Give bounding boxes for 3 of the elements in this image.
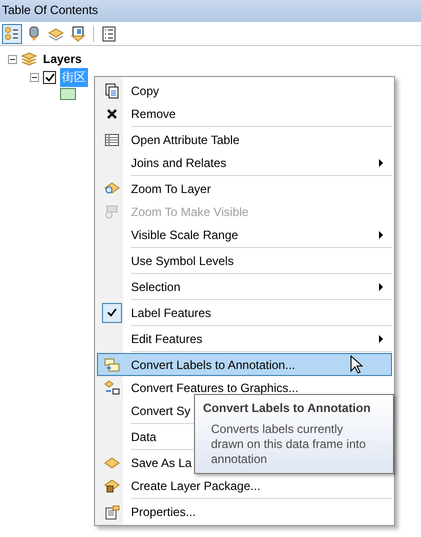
tooltip-title: Convert Labels to Annotation xyxy=(203,401,372,415)
panel-title: Table Of Contents xyxy=(0,0,421,22)
tooltip-text: Converts labels currently drawn on this data frame into annotation xyxy=(211,422,367,467)
